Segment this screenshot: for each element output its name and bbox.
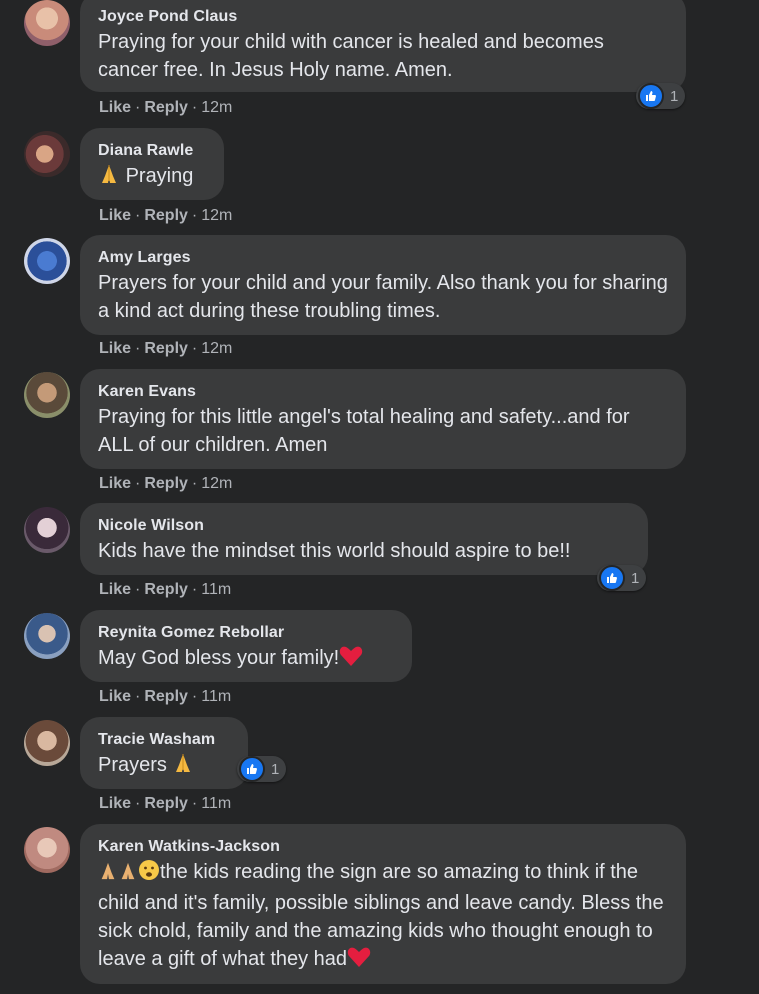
- red-heart-emoji: [339, 645, 363, 675]
- comment-actions: Like · Reply · 12m: [99, 340, 232, 358]
- separator: ·: [191, 340, 198, 357]
- comment-actions: Like · Reply · 11m: [99, 688, 231, 706]
- comment-text-content: Praying: [125, 165, 194, 187]
- reaction-count-badge[interactable]: 1: [237, 756, 287, 782]
- folded-hands-emoji: [98, 861, 118, 889]
- comment-bubble: Karen Watkins-Jackson the kids reading t…: [80, 824, 686, 984]
- reply-link[interactable]: Reply: [144, 99, 188, 116]
- timestamp[interactable]: 12m: [201, 475, 232, 492]
- timestamp[interactable]: 12m: [201, 99, 232, 116]
- separator: ·: [191, 99, 198, 116]
- like-link[interactable]: Like: [99, 340, 131, 357]
- comment-author[interactable]: Joyce Pond Claus: [98, 8, 668, 26]
- reply-link[interactable]: Reply: [144, 795, 188, 812]
- comment-actions: Like · Reply · 12m: [99, 207, 232, 225]
- separator: ·: [135, 207, 141, 224]
- comment-bubble: Karen Evans Praying for this little ange…: [80, 369, 686, 469]
- separator: ·: [191, 207, 198, 224]
- separator: ·: [191, 581, 198, 598]
- like-link[interactable]: Like: [99, 795, 131, 812]
- reply-link[interactable]: Reply: [144, 688, 188, 705]
- comment-actions: Like · Reply · 11m: [99, 795, 231, 813]
- avatar[interactable]: [24, 238, 70, 284]
- separator: ·: [135, 340, 141, 357]
- comment-text-content: Prayers: [98, 754, 167, 776]
- reaction-count-badge[interactable]: 1: [597, 565, 647, 591]
- comment-bubble: Diana Rawle Praying: [80, 128, 224, 200]
- avatar[interactable]: [24, 507, 70, 553]
- avatar[interactable]: [24, 131, 70, 177]
- comment-author[interactable]: Karen Evans: [98, 383, 668, 401]
- comment-author[interactable]: Karen Watkins-Jackson: [98, 838, 668, 856]
- folded-hands-emoji: [118, 861, 138, 889]
- separator: ·: [135, 688, 141, 705]
- comment-text: the kids reading the sign are so amazing…: [98, 858, 668, 976]
- avatar[interactable]: [24, 372, 70, 418]
- sad-face-emoji: [138, 859, 160, 889]
- like-link[interactable]: Like: [99, 475, 131, 492]
- reaction-count-badge[interactable]: 1: [636, 83, 686, 109]
- avatar[interactable]: [24, 0, 70, 46]
- comment-actions: Like · Reply · 12m: [99, 475, 232, 493]
- comment-author[interactable]: Diana Rawle: [98, 142, 206, 160]
- avatar[interactable]: [24, 827, 70, 873]
- separator: ·: [135, 99, 141, 116]
- like-icon: [239, 756, 265, 782]
- comment-text-content: the kids reading the sign are so amazing…: [98, 861, 664, 970]
- timestamp[interactable]: 11m: [201, 688, 231, 705]
- reply-link[interactable]: Reply: [144, 340, 188, 357]
- like-icon: [638, 83, 664, 109]
- folded-hands-emoji: [98, 163, 120, 193]
- like-icon: [599, 565, 625, 591]
- comment-text: Praying for this little angel's total he…: [98, 406, 630, 456]
- like-link[interactable]: Like: [99, 207, 131, 224]
- comment-text: Praying: [98, 162, 206, 193]
- comment-text: May God bless your family!: [98, 644, 394, 675]
- comment-bubble: Reynita Gomez Rebollar May God bless you…: [80, 610, 412, 682]
- reaction-count: 1: [271, 760, 280, 778]
- comment-actions: Like · Reply · 12m: [99, 99, 232, 117]
- comment-text: Praying for your child with cancer is he…: [98, 31, 604, 81]
- like-link[interactable]: Like: [99, 581, 131, 598]
- comment-bubble: Amy Larges Prayers for your child and yo…: [80, 235, 686, 335]
- comment-text-content: May God bless your family!: [98, 647, 340, 669]
- comment-text: Prayers for your child and your family. …: [98, 272, 668, 322]
- separator: ·: [135, 475, 141, 492]
- comment-author[interactable]: Reynita Gomez Rebollar: [98, 624, 394, 642]
- timestamp[interactable]: 11m: [201, 581, 231, 598]
- reply-link[interactable]: Reply: [144, 475, 188, 492]
- like-link[interactable]: Like: [99, 688, 131, 705]
- separator: ·: [191, 475, 198, 492]
- separator: ·: [135, 581, 141, 598]
- comment-bubble: Nicole Wilson Kids have the mindset this…: [80, 503, 648, 575]
- comment-text: Prayers: [98, 751, 230, 782]
- red-heart-emoji: [347, 946, 371, 976]
- separator: ·: [191, 795, 198, 812]
- comment-bubble: Joyce Pond Claus Praying for your child …: [80, 0, 686, 92]
- reply-link[interactable]: Reply: [144, 207, 188, 224]
- comment-author[interactable]: Tracie Washam: [98, 731, 230, 749]
- like-link[interactable]: Like: [99, 99, 131, 116]
- comment-bubble: Tracie Washam Prayers: [80, 717, 248, 789]
- folded-hands-emoji: [172, 752, 194, 782]
- comment-text: Kids have the mindset this world should …: [98, 540, 571, 562]
- comment-author[interactable]: Amy Larges: [98, 249, 668, 267]
- timestamp[interactable]: 12m: [201, 207, 232, 224]
- comment-author[interactable]: Nicole Wilson: [98, 517, 630, 535]
- reaction-count: 1: [670, 87, 679, 105]
- separator: ·: [191, 688, 198, 705]
- avatar[interactable]: [24, 720, 70, 766]
- timestamp[interactable]: 12m: [201, 340, 232, 357]
- comment-actions: Like · Reply · 11m: [99, 581, 231, 599]
- timestamp[interactable]: 11m: [201, 795, 231, 812]
- reaction-count: 1: [631, 569, 640, 587]
- avatar[interactable]: [24, 613, 70, 659]
- separator: ·: [135, 795, 141, 812]
- reply-link[interactable]: Reply: [144, 581, 188, 598]
